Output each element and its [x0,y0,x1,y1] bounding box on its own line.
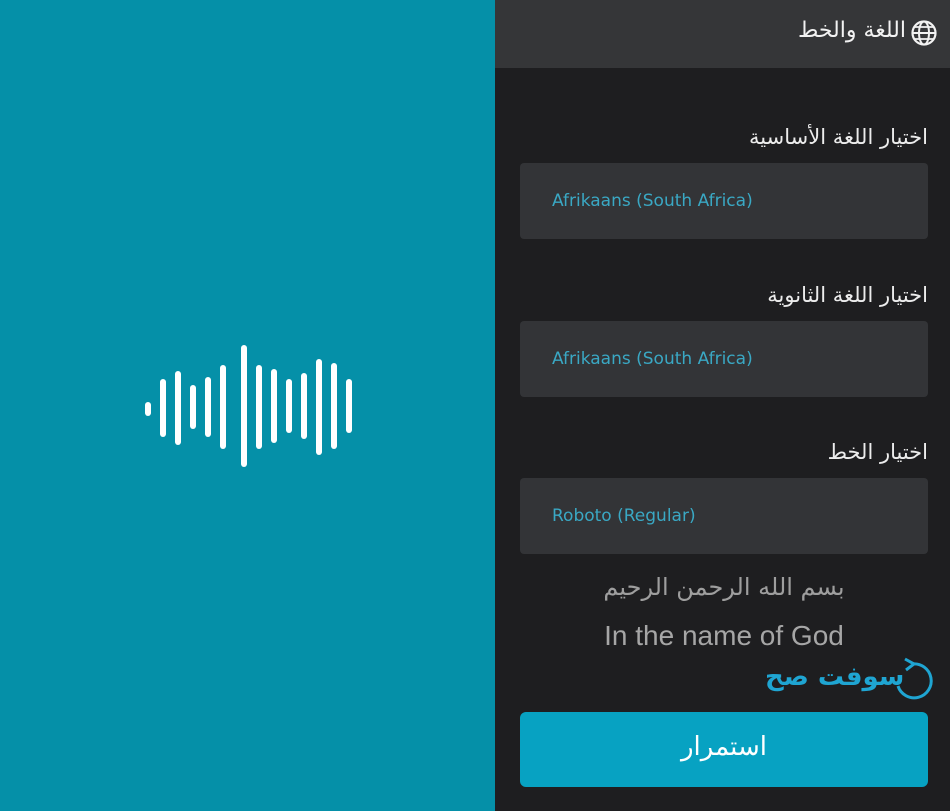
waveform-bar [145,402,151,416]
waveform-bar [331,363,337,449]
secondary-language-label: اختيار اللغة الثانوية [767,283,928,307]
font-preview-arabic: بسم الله الرحمن الرحيم [603,573,845,601]
secondary-language-value: Afrikaans (South Africa) [552,349,753,369]
watermark-text: سوفت صح [765,662,905,692]
splash-panel [0,0,495,811]
primary-language-select[interactable]: Afrikaans (South Africa) [520,163,928,239]
watermark-logo: سوفت صح [765,656,945,704]
font-value: Roboto (Regular) [552,506,696,526]
refresh-arrow-icon [896,657,933,700]
waveform-bar [301,373,307,439]
waveform-bar [286,379,292,433]
secondary-language-select[interactable]: Afrikaans (South Africa) [520,321,928,397]
primary-language-label: اختيار اللغة الأساسية [749,125,928,149]
waveform-bar [190,385,196,429]
waveform-bar [271,369,277,443]
primary-language-value: Afrikaans (South Africa) [552,191,753,211]
globe-icon [911,20,937,46]
font-label: اختيار الخط [827,440,928,464]
waveform-bar [220,365,226,449]
audio-waveform-icon [145,345,355,467]
font-select[interactable]: Roboto (Regular) [520,478,928,554]
waveform-bar [241,345,247,467]
waveform-bar [205,377,211,437]
waveform-bar [316,359,322,455]
waveform-bar [175,371,181,445]
font-preview-english: In the name of God [604,620,844,651]
page-title: اللغة والخط [797,18,906,43]
continue-button[interactable]: استمرار [520,712,928,787]
waveform-bar [346,379,352,433]
continue-button-label: استمرار [680,732,767,762]
header-bar: اللغة والخط [495,0,950,68]
waveform-bar [256,365,262,449]
waveform-bar [160,379,166,437]
